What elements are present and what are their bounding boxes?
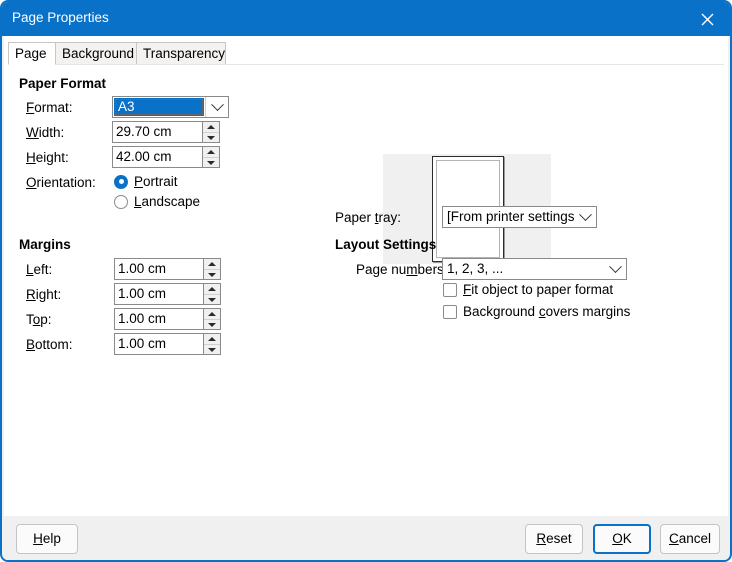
cancel-button[interactable]: Cancel bbox=[660, 524, 720, 554]
height-stepper[interactable] bbox=[203, 146, 220, 168]
tab-strip: Page Background Transparency bbox=[8, 42, 724, 66]
orientation-label: Orientation: bbox=[26, 175, 96, 190]
tab-underline bbox=[8, 64, 724, 65]
paper-format-group-title: Paper Format bbox=[19, 76, 107, 91]
height-input[interactable]: 42.00 cm bbox=[112, 146, 203, 168]
margin-left-stepper[interactable] bbox=[204, 258, 221, 280]
radio-unchecked-icon bbox=[114, 194, 128, 209]
paper-tray-label: Paper tray: bbox=[335, 210, 402, 225]
tab-page-label: Page bbox=[15, 46, 47, 61]
background-covers-margins-label: Background covers margins bbox=[463, 304, 631, 319]
checkbox-unchecked-icon bbox=[443, 304, 457, 319]
format-label: Format: bbox=[26, 100, 73, 115]
background-covers-margins-checkbox[interactable]: Background covers margins bbox=[443, 304, 630, 319]
page-properties-dialog: Page Properties Page Background Transpar… bbox=[0, 0, 732, 562]
orientation-portrait-radio[interactable]: Portrait bbox=[114, 174, 178, 189]
ok-button[interactable]: OK bbox=[593, 524, 651, 554]
tab-transparency-label: Transparency bbox=[143, 46, 226, 61]
checkbox-unchecked-icon bbox=[443, 282, 457, 297]
layout-settings-group-title: Layout Settings bbox=[335, 237, 437, 252]
close-icon[interactable] bbox=[684, 2, 730, 36]
chevron-down-icon[interactable] bbox=[205, 97, 228, 117]
page-numbers-value: 1, 2, 3, ... bbox=[447, 261, 504, 276]
fit-object-label: Fit object to paper format bbox=[463, 282, 614, 297]
dialog-button-bar: Help Reset OK Cancel bbox=[4, 516, 728, 560]
paper-tray-value: [From printer settings] bbox=[447, 209, 574, 224]
margin-top-stepper[interactable] bbox=[204, 308, 221, 330]
help-button[interactable]: Help bbox=[16, 524, 78, 554]
reset-button[interactable]: Reset bbox=[525, 524, 583, 554]
width-label: Width: bbox=[26, 125, 65, 140]
page-tab-panel: Paper Format Format: A3 Width: 29.70 cm … bbox=[4, 66, 728, 516]
tab-transparency[interactable]: Transparency bbox=[136, 42, 226, 65]
chevron-down-icon[interactable] bbox=[574, 207, 596, 227]
height-label: Height: bbox=[26, 150, 69, 165]
margin-right-stepper[interactable] bbox=[204, 283, 221, 305]
width-input[interactable]: 29.70 cm bbox=[112, 121, 203, 143]
paper-tray-combobox[interactable]: [From printer settings] bbox=[442, 206, 597, 228]
margin-bottom-input[interactable]: 1.00 cm bbox=[114, 333, 204, 355]
page-numbers-combobox[interactable]: 1, 2, 3, ... bbox=[442, 258, 627, 280]
format-combobox[interactable]: A3 bbox=[112, 96, 229, 118]
tab-background[interactable]: Background bbox=[55, 42, 137, 65]
radio-checked-icon bbox=[114, 174, 128, 189]
orientation-landscape-radio[interactable]: Landscape bbox=[114, 194, 200, 209]
margin-bottom-stepper[interactable] bbox=[204, 333, 221, 355]
margin-right-input[interactable]: 1.00 cm bbox=[114, 283, 204, 305]
format-value: A3 bbox=[114, 98, 204, 116]
margin-top-input[interactable]: 1.00 cm bbox=[114, 308, 204, 330]
orientation-landscape-label: Landscape bbox=[134, 194, 201, 209]
title-bar: Page Properties bbox=[2, 2, 730, 36]
margin-left-label: Left: bbox=[26, 262, 53, 277]
margin-bottom-label: Bottom: bbox=[26, 337, 73, 352]
fit-object-checkbox[interactable]: Fit object to paper format bbox=[443, 282, 613, 297]
dialog-content: Page Background Transparency Paper Forma… bbox=[4, 36, 728, 516]
window-title: Page Properties bbox=[12, 10, 109, 25]
margin-right-label: Right: bbox=[26, 287, 62, 302]
orientation-portrait-label: Portrait bbox=[134, 174, 178, 189]
margin-left-input[interactable]: 1.00 cm bbox=[114, 258, 204, 280]
margin-top-label: Top: bbox=[26, 312, 52, 327]
tab-background-label: Background bbox=[62, 46, 135, 61]
chevron-down-icon[interactable] bbox=[604, 259, 626, 279]
margins-group-title: Margins bbox=[19, 237, 71, 252]
width-stepper[interactable] bbox=[203, 121, 220, 143]
tab-page[interactable]: Page bbox=[8, 42, 56, 65]
page-numbers-label: Page numbers: bbox=[356, 262, 448, 277]
